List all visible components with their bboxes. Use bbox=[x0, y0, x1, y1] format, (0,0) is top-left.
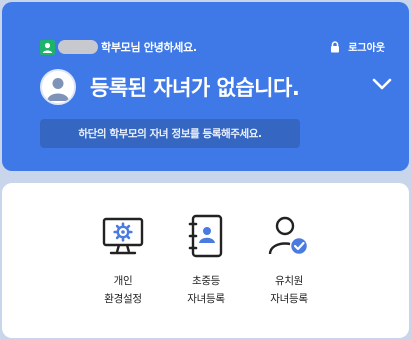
menu-item-line1: 유치원 bbox=[274, 275, 304, 287]
header-card: 학부모님 안녕하세요. 로그아웃 등록된 자녀가 없습니다. 하단의 학부모의 … bbox=[2, 2, 409, 171]
logout-button[interactable]: 로그아웃 bbox=[330, 39, 385, 54]
menu-item-register-school-child[interactable]: 초중등 자녀등록 bbox=[166, 212, 246, 308]
avatar-person-icon bbox=[47, 78, 69, 101]
address-book-icon bbox=[188, 214, 223, 258]
menu-item-register-kindergarten-child[interactable]: 유치원 자녀등록 bbox=[249, 212, 329, 308]
user-name-redacted bbox=[58, 40, 98, 54]
menu-item-settings[interactable]: 개인 환경설정 bbox=[83, 212, 163, 308]
menu-item-line2: 환경설정 bbox=[104, 293, 142, 305]
menu-item-line2: 자녀등록 bbox=[270, 293, 308, 305]
menu-item-line1: 초중등 bbox=[191, 275, 221, 287]
user-badge-icon bbox=[40, 39, 55, 55]
chevron-down-icon[interactable] bbox=[372, 76, 392, 95]
menu-item-line1: 개인 bbox=[113, 275, 133, 287]
greeting-text: 학부모님 안녕하세요. bbox=[101, 41, 197, 54]
lock-icon bbox=[330, 40, 340, 53]
child-status-row: 등록된 자녀가 없습니다. bbox=[40, 68, 392, 106]
notice-banner: 하단의 학부모의 자녀 정보를 등록해주세요. bbox=[40, 119, 300, 148]
logout-label: 로그아웃 bbox=[348, 43, 385, 54]
menu-item-line2: 자녀등록 bbox=[187, 293, 225, 305]
page-title: 등록된 자녀가 없습니다. bbox=[90, 76, 300, 100]
monitor-gear-icon bbox=[102, 217, 144, 255]
menu-card: 개인 환경설정 초중등 자녀등록 유치원 자녀등록 bbox=[2, 183, 409, 338]
avatar bbox=[40, 69, 76, 105]
greeting-row: 학부모님 안녕하세요. bbox=[40, 38, 197, 56]
user-check-icon bbox=[268, 216, 309, 256]
